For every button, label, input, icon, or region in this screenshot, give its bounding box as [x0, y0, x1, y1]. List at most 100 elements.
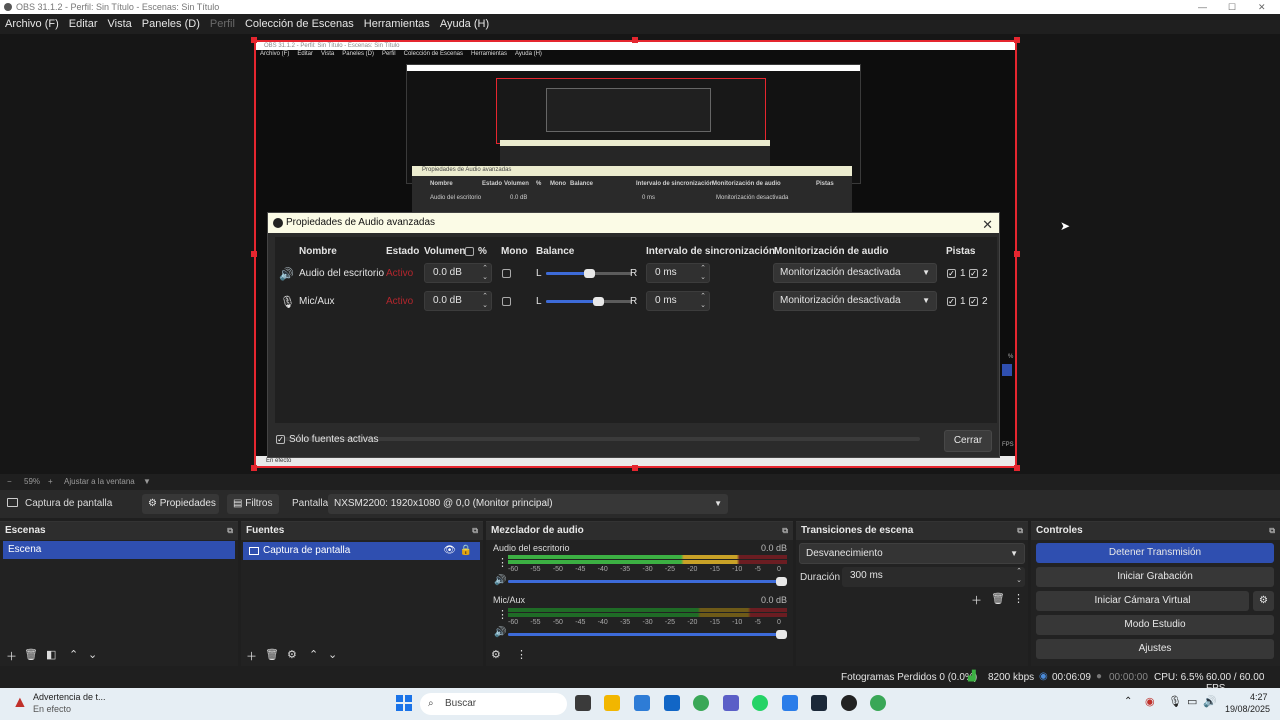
volume-slider[interactable] — [508, 630, 787, 639]
chrome-icon[interactable] — [870, 695, 886, 711]
channel-menu-icon[interactable]: ⋮ — [497, 608, 508, 621]
properties-button[interactable]: ⚙ Propiedades — [142, 494, 219, 514]
mixer-menu-icon[interactable]: ⋮ — [516, 648, 527, 661]
menu-archivo[interactable]: Archivo (F) — [5, 18, 59, 30]
mono-checkbox[interactable] — [502, 297, 511, 306]
undock-icon[interactable]: ⧉ — [472, 522, 478, 540]
resize-handle-tl[interactable] — [251, 37, 257, 43]
add-transition-icon[interactable]: ＋ — [971, 592, 982, 608]
transition-menu-icon[interactable]: ⋮ — [1013, 592, 1024, 605]
close-button[interactable]: Cerrar — [944, 430, 992, 452]
resize-handle-r[interactable] — [1014, 251, 1020, 257]
add-source-icon[interactable]: ＋ — [246, 648, 257, 664]
task-view-icon[interactable] — [575, 695, 591, 711]
menu-perfil[interactable]: Perfil — [210, 18, 235, 30]
lock-icon[interactable]: 🔒 — [460, 542, 472, 560]
tray-chevron-icon[interactable]: ⌃ — [1124, 696, 1132, 707]
menu-coleccion-escenas[interactable]: Colección de Escenas — [245, 18, 354, 30]
resize-handle-tr[interactable] — [1014, 37, 1020, 43]
scene-filters-icon[interactable]: ◧ — [46, 648, 56, 661]
resize-handle-t[interactable] — [632, 37, 638, 43]
teams-icon[interactable] — [723, 695, 739, 711]
steam-icon[interactable] — [811, 695, 827, 711]
menu-herramientas[interactable]: Herramientas — [364, 18, 430, 30]
eye-icon[interactable]: 👁 — [443, 542, 456, 560]
undock-icon[interactable]: ⧉ — [1017, 522, 1023, 540]
zoom-dropdown-icon[interactable]: ▼ — [143, 474, 151, 490]
zoom-out-button[interactable]: − — [7, 474, 12, 490]
store-icon[interactable] — [634, 695, 650, 711]
balance-slider[interactable] — [546, 297, 632, 306]
add-scene-icon[interactable]: ＋ — [6, 648, 17, 664]
menu-ayuda[interactable]: Ayuda (H) — [440, 18, 489, 30]
track-2-checkbox[interactable]: ✓ — [969, 269, 978, 278]
dialog-close-icon[interactable]: ✕ — [982, 215, 993, 235]
fit-to-window[interactable]: Ajustar a la ventana — [64, 474, 135, 490]
chrome-icon[interactable] — [693, 695, 709, 711]
menu-editar[interactable]: Editar — [69, 18, 98, 30]
volume-slider[interactable] — [508, 577, 787, 586]
move-down-icon[interactable]: ⌄ — [328, 648, 337, 661]
only-active-sources-checkbox[interactable]: ✓ — [276, 435, 285, 444]
undock-icon[interactable]: ⧉ — [227, 522, 233, 540]
scene-item[interactable]: Escena — [3, 541, 235, 559]
zoom-in-button[interactable]: + — [48, 474, 53, 490]
studio-mode-button[interactable]: Modo Estudio — [1036, 615, 1274, 635]
speaker-icon[interactable]: 🔊 — [494, 575, 506, 586]
monitoring-dropdown[interactable]: Monitorización desactivada ▼ — [773, 291, 937, 311]
whatsapp-icon[interactable] — [752, 695, 768, 711]
volume-spinbox[interactable]: 0.0 dB ⌃ ⌄ — [424, 263, 492, 283]
advanced-audio-icon[interactable]: ⚙ — [491, 648, 501, 661]
sync-offset-spinbox[interactable]: 0 ms ⌃ ⌄ — [646, 263, 710, 283]
resize-handle-bl[interactable] — [251, 465, 257, 471]
menu-vista[interactable]: Vista — [108, 18, 132, 30]
virtual-camera-settings-gear-icon[interactable]: ⚙ — [1253, 591, 1274, 611]
resize-handle-b[interactable] — [632, 465, 638, 471]
balance-slider[interactable] — [546, 269, 632, 278]
duration-spinbox[interactable]: 300 ms ⌃ ⌄ — [842, 567, 1025, 587]
mono-checkbox[interactable] — [502, 269, 511, 278]
tray-volume-icon[interactable]: 🔊 — [1203, 695, 1217, 708]
resize-handle-br[interactable] — [1014, 465, 1020, 471]
track-1-checkbox[interactable]: ✓ — [947, 297, 956, 306]
app-icon[interactable] — [782, 695, 798, 711]
volume-percent-checkbox[interactable] — [465, 247, 474, 256]
tray-mic-icon[interactable]: 🎙 — [1168, 695, 1182, 708]
move-down-icon[interactable]: ⌄ — [88, 648, 97, 661]
volume-spinbox[interactable]: 0.0 dB ⌃ ⌄ — [424, 291, 492, 311]
monitoring-dropdown[interactable]: Monitorización desactivada ▼ — [773, 263, 937, 283]
settings-button[interactable]: Ajustes — [1036, 639, 1274, 659]
obs-taskbar-icon[interactable] — [841, 695, 857, 711]
track-2-checkbox[interactable]: ✓ — [969, 297, 978, 306]
speaker-icon[interactable]: 🔊 — [494, 627, 506, 638]
start-recording-button[interactable]: Iniciar Grabación — [1036, 567, 1274, 587]
start-virtual-camera-button[interactable]: Iniciar Cámara Virtual — [1036, 591, 1249, 611]
delete-transition-icon[interactable]: 🗑 — [991, 592, 1005, 605]
source-properties-icon[interactable]: ⚙ — [287, 648, 297, 661]
minimize-button[interactable]: — — [1198, 0, 1207, 14]
close-window-button[interactable]: ✕ — [1258, 0, 1266, 14]
delete-scene-icon[interactable]: 🗑 — [24, 648, 38, 661]
delete-source-icon[interactable]: 🗑 — [265, 648, 279, 661]
horizontal-scrollbar[interactable] — [284, 437, 920, 441]
undock-icon[interactable]: ⧉ — [782, 522, 788, 540]
move-up-icon[interactable]: ⌃ — [309, 648, 318, 661]
stop-streaming-button[interactable]: Detener Transmisión — [1036, 543, 1274, 563]
notification-title[interactable]: Advertencia de t... — [33, 692, 106, 702]
undock-icon[interactable]: ⧉ — [1269, 522, 1275, 540]
tray-network-icon[interactable]: ▭ — [1187, 695, 1197, 708]
move-up-icon[interactable]: ⌃ — [69, 648, 78, 661]
transition-select[interactable]: Desvanecimiento ▼ — [799, 543, 1025, 564]
channel-menu-icon[interactable]: ⋮ — [497, 556, 508, 569]
source-item[interactable]: Captura de pantalla 👁 🔒 — [243, 542, 480, 560]
display-select[interactable]: NXSM2200: 1920x1080 @ 0,0 (Monitor princ… — [328, 494, 728, 514]
resize-handle-l[interactable] — [251, 251, 257, 257]
track-1-checkbox[interactable]: ✓ — [947, 269, 956, 278]
windows-start-icon[interactable] — [396, 695, 412, 711]
sync-offset-spinbox[interactable]: 0 ms ⌃ ⌄ — [646, 291, 710, 311]
menu-paneles[interactable]: Paneles (D) — [142, 18, 200, 30]
maximize-button[interactable]: ☐ — [1228, 0, 1236, 14]
filters-button[interactable]: ▤ Filtros — [227, 494, 279, 514]
file-explorer-icon[interactable] — [604, 695, 620, 711]
taskbar-search[interactable]: ⌕ Buscar — [420, 693, 567, 715]
